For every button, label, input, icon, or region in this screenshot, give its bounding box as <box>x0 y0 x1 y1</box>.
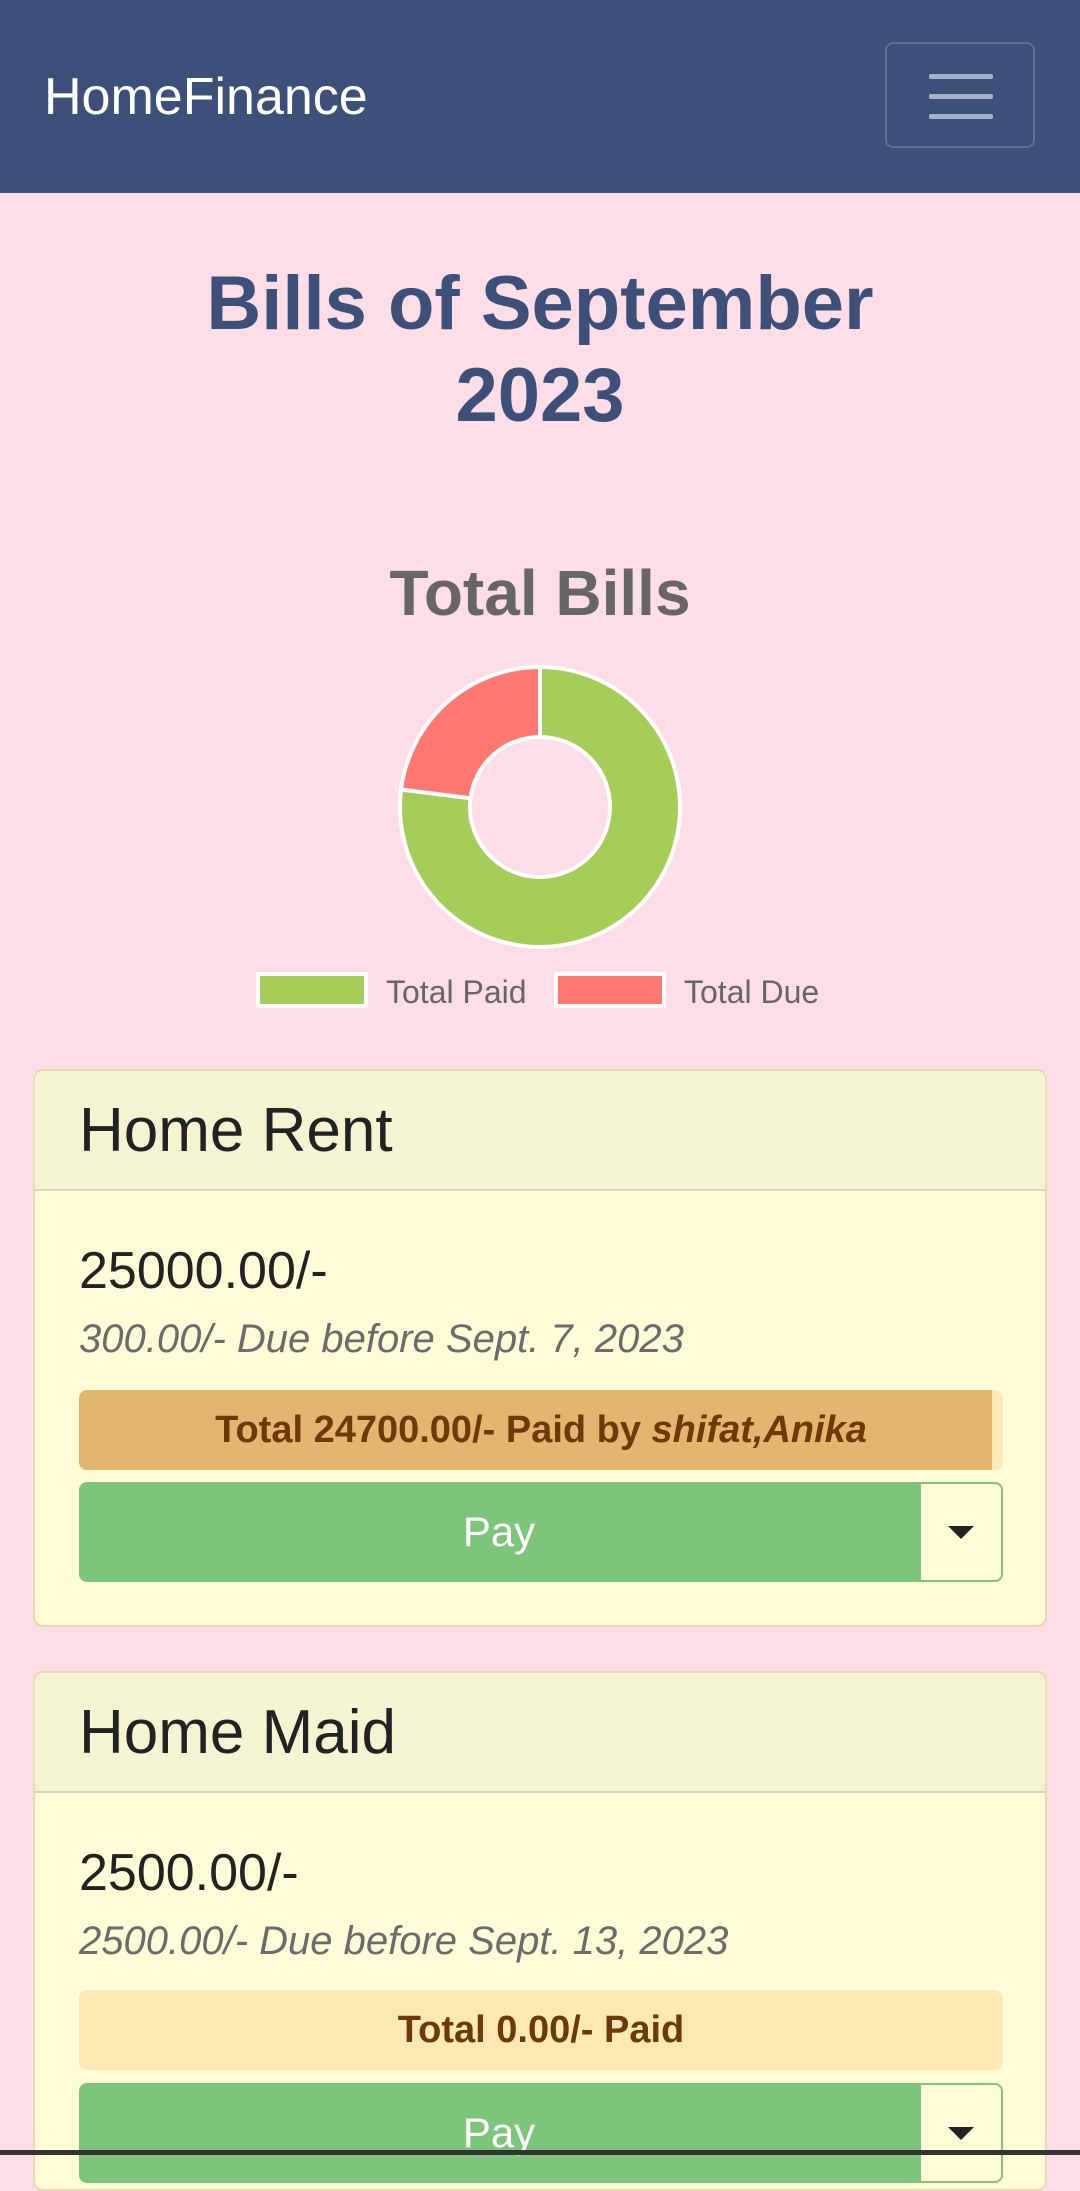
menu-bar <box>929 114 993 119</box>
legend-label-total-due: Total Due <box>684 974 820 1010</box>
paid-progress-text: Total 0.00/- Paid <box>79 1990 1003 2070</box>
paid-progress-bar: Total 24700.00/- Paid by shifat,Anika <box>79 1390 1003 1470</box>
bill-title: Home Maid <box>79 1698 396 1767</box>
page-title-line-1: Bills of September <box>206 261 874 346</box>
navbar: HomeFinance <box>0 0 1080 193</box>
pay-button[interactable]: Pay <box>79 1482 919 1582</box>
bottom-edge <box>0 2150 1080 2155</box>
bill-card-header: Home Maid <box>35 1673 1045 1793</box>
bill-card-home-rent: Home Rent 25000.00/- 300.00/- Due before… <box>33 1069 1047 1627</box>
legend-label-total-paid: Total Paid <box>386 974 527 1010</box>
pay-dropdown-toggle[interactable] <box>919 2083 1003 2183</box>
pay-button[interactable]: Pay <box>79 2083 919 2183</box>
bill-due-text: 2500.00/- Due before Sept. 13, 2023 <box>79 1919 729 1963</box>
pay-dropdown-toggle[interactable] <box>919 1482 1003 1582</box>
menu-bar <box>929 94 993 99</box>
caret-down-icon <box>948 2127 974 2140</box>
paid-progress-bar: Total 0.00/- Paid <box>79 1990 1003 2070</box>
pay-button-group: Pay <box>79 2083 1003 2183</box>
bill-amount: 25000.00/- <box>79 1242 328 1300</box>
total-bills-donut-chart <box>398 664 682 949</box>
chart-title: Total Bills <box>389 557 691 629</box>
bill-card-header: Home Rent <box>35 1071 1045 1191</box>
bill-due-text: 300.00/- Due before Sept. 7, 2023 <box>79 1317 684 1361</box>
page-title-line-2: 2023 <box>455 353 625 438</box>
paid-total-text: Total 24700.00/- Paid by <box>215 1409 652 1451</box>
navbar-toggle-button[interactable] <box>885 42 1035 148</box>
paid-total-text: Total 0.00/- Paid <box>397 2009 685 2051</box>
bill-card-home-maid: Home Maid 2500.00/- 2500.00/- Due before… <box>33 1671 1047 2191</box>
bill-amount: 2500.00/- <box>79 1844 299 1902</box>
brand-logo-text[interactable]: HomeFinance <box>44 62 368 132</box>
paid-progress-text: Total 24700.00/- Paid by shifat,Anika <box>79 1390 1003 1470</box>
bill-title: Home Rent <box>79 1096 393 1165</box>
page-title: Bills of September 2023 <box>0 258 1080 442</box>
menu-bar <box>929 74 993 79</box>
caret-down-icon <box>948 1526 974 1539</box>
legend-swatch-total-paid <box>256 972 368 1008</box>
pay-button-group: Pay <box>79 1482 1003 1582</box>
paid-by-names: shifat,Anika <box>651 1409 867 1451</box>
donut-slice-total-due[interactable] <box>398 664 542 801</box>
legend-swatch-total-due <box>554 972 666 1008</box>
